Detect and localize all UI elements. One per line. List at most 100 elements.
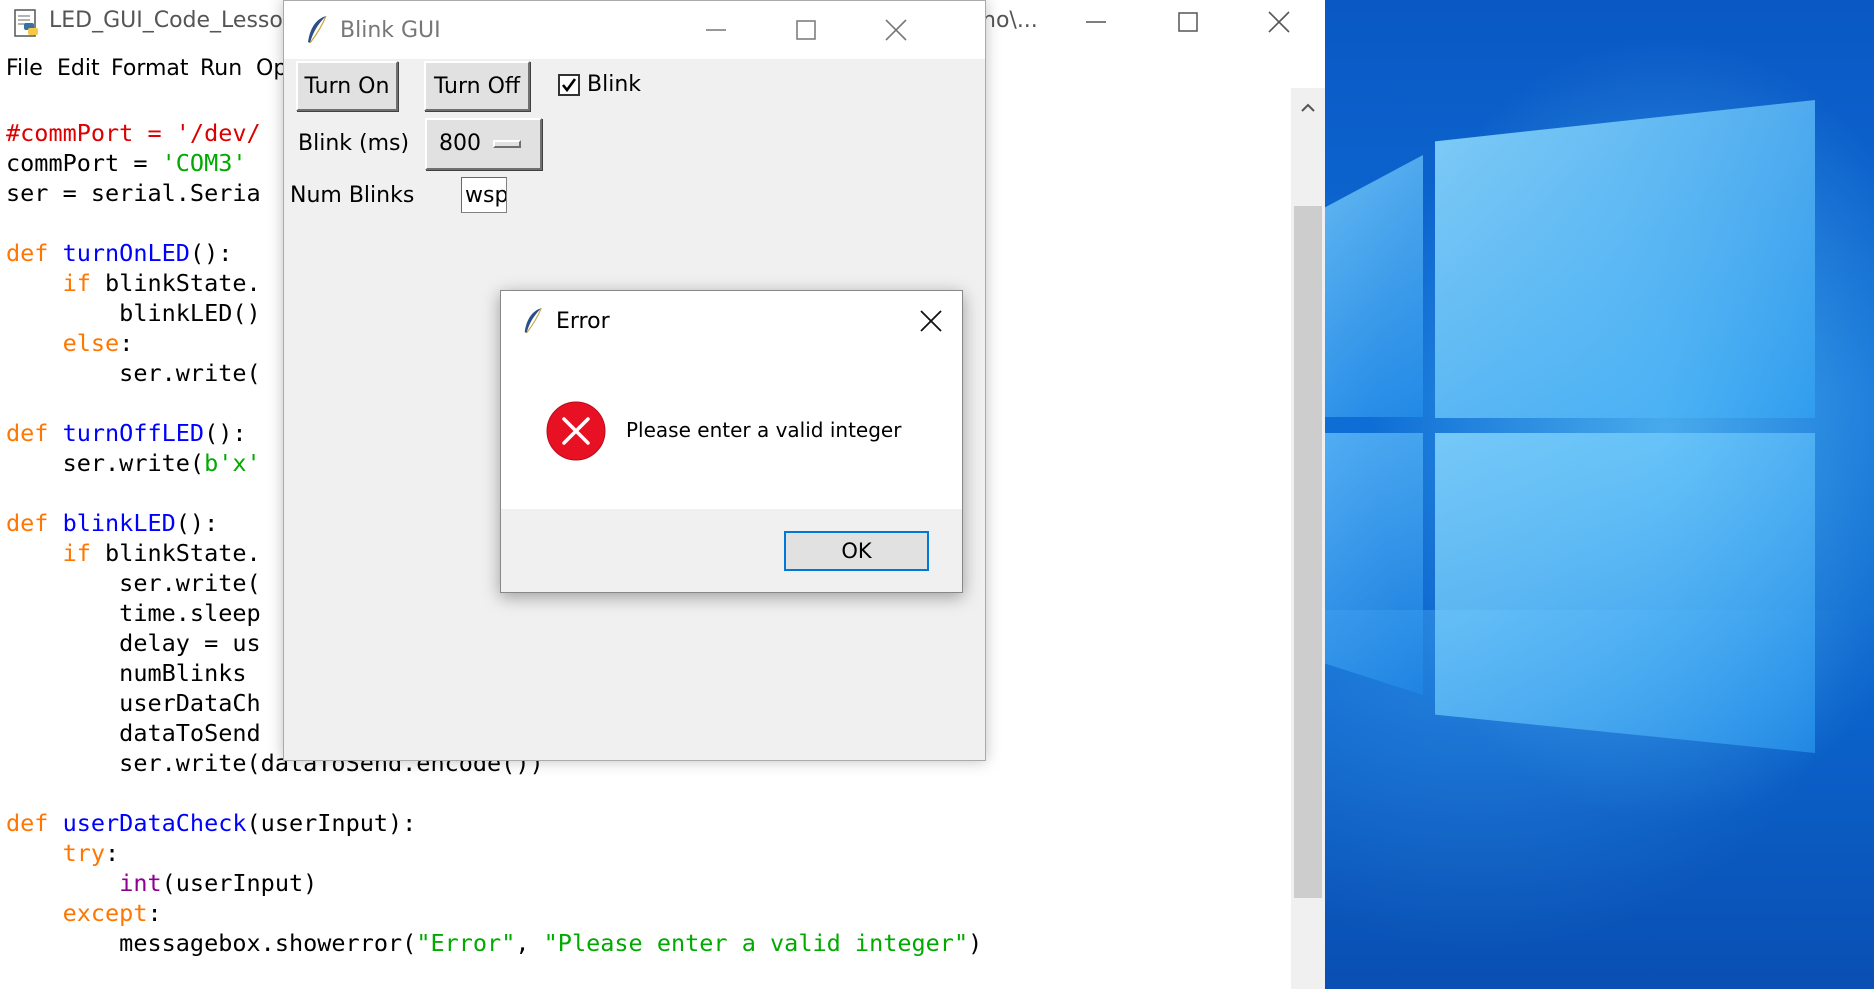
code-token: numBlinks bbox=[6, 659, 247, 687]
idle-minimize-button[interactable] bbox=[1050, 0, 1142, 44]
blink-gui-titlebar[interactable]: Blink GUI bbox=[284, 1, 985, 59]
code-token: time.sleep bbox=[6, 599, 261, 627]
blink-ms-selected-value: 800 bbox=[439, 131, 481, 156]
code-token: ) bbox=[968, 929, 983, 957]
code-token: (): bbox=[204, 419, 247, 447]
tk-feather-icon bbox=[308, 15, 327, 44]
menu-run[interactable]: Run bbox=[200, 56, 242, 81]
menu-format[interactable]: Format bbox=[111, 56, 189, 81]
code-token: if bbox=[62, 539, 106, 567]
blink-checkbox-label[interactable]: Blink bbox=[587, 72, 641, 97]
code-token: def bbox=[6, 239, 63, 267]
code-token: commPort = bbox=[6, 149, 162, 177]
code-token: ser.write( bbox=[6, 359, 261, 387]
blink-checkbox[interactable] bbox=[558, 74, 580, 96]
menu-file[interactable]: File bbox=[6, 56, 43, 81]
code-token: turnOnLED bbox=[62, 239, 190, 267]
turn-off-button[interactable]: Turn Off bbox=[424, 61, 530, 111]
chevron-up-icon bbox=[1301, 103, 1315, 112]
code-token: (): bbox=[175, 509, 219, 537]
ok-button[interactable]: OK bbox=[784, 531, 929, 571]
code-token: ser.write( bbox=[6, 569, 261, 597]
code-token: 'COM3' bbox=[161, 149, 247, 177]
error-icon bbox=[546, 401, 606, 461]
menu-edit[interactable]: Edit bbox=[57, 56, 100, 81]
error-dialog-footer: OK bbox=[501, 509, 962, 592]
num-blinks-label: Num Blinks bbox=[290, 183, 415, 208]
blink-close-button[interactable] bbox=[851, 1, 941, 59]
error-message: Please enter a valid integer bbox=[626, 418, 902, 442]
code-token: b'x' bbox=[204, 449, 261, 477]
code-token: blinkState. bbox=[105, 539, 261, 567]
code-line: def userDataCheck(userInput): bbox=[6, 808, 982, 838]
code-token: #commPort = '/dev/ bbox=[6, 119, 261, 147]
code-token: delay = us bbox=[6, 629, 261, 657]
code-token: ser = serial.Seria bbox=[6, 179, 261, 207]
windows-logo-pane-bottom-right bbox=[1435, 433, 1815, 753]
code-token: ser.write( bbox=[6, 449, 205, 477]
close-icon bbox=[885, 19, 907, 41]
code-token: (userInput) bbox=[161, 869, 318, 897]
code-token: blinkState. bbox=[105, 269, 261, 297]
code-token: userDataCh bbox=[6, 689, 261, 717]
maximize-icon bbox=[1178, 12, 1198, 32]
scrollbar-thumb[interactable] bbox=[1294, 206, 1322, 898]
error-dialog-title: Error bbox=[556, 309, 610, 334]
code-token: : bbox=[147, 899, 162, 927]
close-icon bbox=[920, 310, 942, 332]
code-line: except: bbox=[6, 898, 982, 928]
code-token: : bbox=[105, 839, 120, 867]
turn-on-button[interactable]: Turn On bbox=[296, 61, 398, 111]
tk-feather-icon bbox=[524, 307, 542, 334]
code-token: "Please enter a valid integer" bbox=[543, 929, 969, 957]
code-token: blinkLED() bbox=[6, 299, 261, 327]
windows-logo-pane-top-right bbox=[1435, 100, 1815, 418]
idle-close-button[interactable] bbox=[1233, 0, 1325, 44]
option-menu-indicator bbox=[493, 140, 521, 148]
code-line: messagebox.showerror("Error", "Please en… bbox=[6, 928, 982, 958]
idle-window-title-path-tail: no\... bbox=[982, 8, 1038, 33]
python-file-icon bbox=[14, 9, 38, 37]
idle-window-title: LED_GUI_Code_Lesson bbox=[49, 8, 297, 33]
code-token: if bbox=[62, 269, 106, 297]
code-token: "Error" bbox=[416, 929, 516, 957]
close-icon bbox=[1268, 11, 1290, 33]
code-token: dataToSend bbox=[6, 719, 261, 747]
code-token: messagebox.showerror( bbox=[6, 929, 417, 957]
code-token: else bbox=[62, 329, 120, 357]
maximize-icon bbox=[796, 20, 816, 40]
code-line: int(userInput) bbox=[6, 868, 982, 898]
checkmark-icon bbox=[561, 78, 577, 93]
code-token: def bbox=[6, 419, 63, 447]
blink-ms-label: Blink (ms) bbox=[298, 131, 410, 156]
code-token: , bbox=[515, 929, 544, 957]
blink-maximize-button[interactable] bbox=[761, 1, 851, 59]
windows-logo-pane-bottom-left bbox=[1325, 433, 1423, 695]
idle-maximize-button[interactable] bbox=[1142, 0, 1234, 44]
num-blinks-input[interactable]: wsp bbox=[461, 177, 507, 213]
error-dialog-close-button[interactable] bbox=[909, 303, 953, 339]
error-dialog: Error Please enter a valid integer OK bbox=[500, 290, 963, 593]
code-line: try: bbox=[6, 838, 982, 868]
code-token: def bbox=[6, 509, 63, 537]
blink-minimize-button[interactable] bbox=[671, 1, 761, 59]
scroll-up-button[interactable] bbox=[1291, 94, 1325, 122]
windows-logo-pane-top-left bbox=[1325, 155, 1423, 417]
code-token: try bbox=[62, 839, 106, 867]
blink-ms-option-menu[interactable]: 800 bbox=[425, 118, 542, 170]
code-token: userDataCheck bbox=[62, 809, 247, 837]
minimize-icon bbox=[706, 29, 726, 31]
minimize-icon bbox=[1086, 21, 1106, 23]
code-token: blinkLED bbox=[62, 509, 176, 537]
editor-vertical-scrollbar[interactable] bbox=[1291, 88, 1325, 989]
code-token: int bbox=[119, 869, 162, 897]
code-token: (): bbox=[189, 239, 233, 267]
num-blinks-input-value: wsp bbox=[465, 183, 507, 208]
